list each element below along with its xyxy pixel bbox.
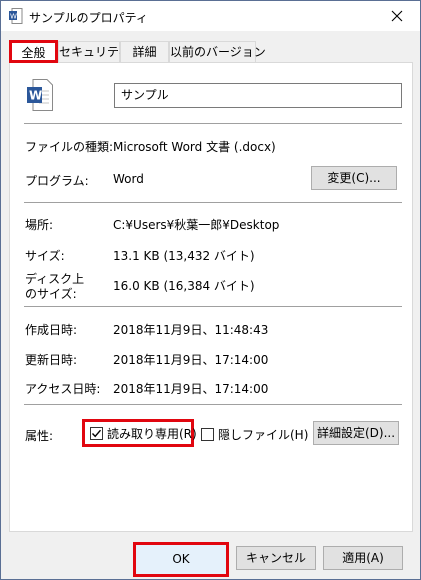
program-label: プログラム: — [25, 174, 89, 188]
location-value: C:¥Users¥秋葉一郎¥Desktop — [113, 218, 280, 232]
modified-label: 更新日時: — [25, 353, 78, 367]
attributes-label: 属性: — [25, 429, 54, 443]
disk-size-label-line2: のサイズ: — [25, 287, 77, 301]
separator — [24, 123, 402, 124]
location-label: 場所: — [25, 218, 54, 232]
file-name-input[interactable]: サンプル — [114, 83, 402, 108]
window-title: サンプルのプロパティ — [29, 11, 148, 25]
tab-security[interactable]: セキュリティ — [58, 41, 130, 63]
checkmark-icon — [91, 429, 102, 437]
title-bar: W サンプルのプロパティ — [1, 1, 420, 31]
advanced-settings-button[interactable]: 詳細設定(D)... — [313, 421, 399, 445]
readonly-label: 読み取り専用(R) — [107, 426, 197, 441]
checkbox-box[interactable] — [90, 426, 103, 440]
svg-text:W: W — [10, 13, 17, 21]
readonly-checkbox[interactable]: 読み取り専用(R) — [82, 419, 197, 447]
close-icon — [391, 10, 403, 22]
separator — [24, 404, 402, 405]
separator — [24, 306, 402, 307]
ok-button[interactable]: OK — [133, 542, 229, 577]
properties-window: W サンプルのプロパティ 全般 セキュリティ 詳細 以前のバージョン W サンプ… — [0, 0, 421, 580]
tab-details[interactable]: 詳細 — [120, 41, 169, 63]
word-file-icon: W — [27, 79, 53, 111]
separator — [24, 202, 402, 203]
disk-size-value: 16.0 KB (16,384 バイト) — [113, 279, 255, 293]
size-value: 13.1 KB (13,432 バイト) — [113, 249, 255, 263]
checkbox-box[interactable] — [201, 428, 214, 441]
cancel-button[interactable]: キャンセル — [236, 546, 316, 570]
hidden-checkbox[interactable]: 隠しファイル(H) — [201, 426, 308, 443]
tab-previous-versions[interactable]: 以前のバージョン — [169, 41, 266, 63]
file-type-value: Microsoft Word 文書 (.docx) — [113, 140, 276, 154]
accessed-value: 2018年11月9日、17:14:00 — [113, 382, 269, 396]
hidden-label: 隠しファイル(H) — [218, 428, 309, 442]
created-label: 作成日時: — [25, 323, 78, 337]
word-document-icon: W — [9, 8, 23, 24]
program-value: Word — [113, 172, 144, 186]
general-panel: W サンプル ファイルの種類: Microsoft Word 文書 (.docx… — [9, 62, 413, 532]
size-label: サイズ: — [25, 249, 65, 263]
file-type-label: ファイルの種類: — [25, 140, 114, 154]
accessed-label: アクセス日時: — [25, 382, 101, 396]
created-value: 2018年11月9日、11:48:43 — [113, 323, 269, 337]
modified-value: 2018年11月9日、17:14:00 — [113, 353, 269, 367]
change-program-button[interactable]: 変更(C)... — [311, 166, 397, 190]
svg-text:W: W — [29, 89, 42, 103]
close-button[interactable] — [374, 1, 420, 31]
apply-button[interactable]: 適用(A) — [323, 546, 403, 570]
tab-general[interactable]: 全般 — [9, 40, 58, 63]
